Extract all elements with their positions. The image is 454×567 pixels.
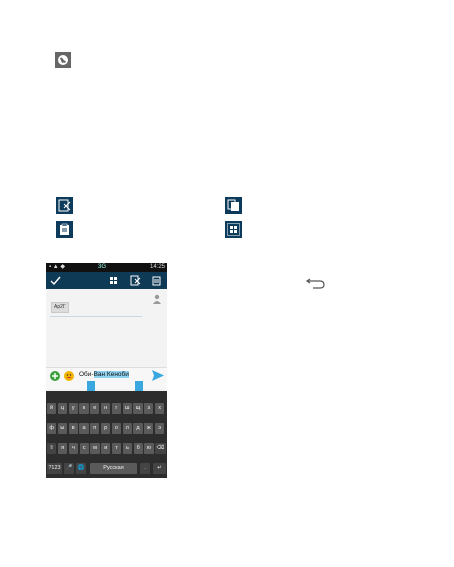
recipient-field-underline (50, 316, 142, 317)
message-text[interactable]: Оби-Ван Кеноби (79, 371, 129, 379)
select-all-icon (225, 221, 242, 238)
key-у[interactable]: у (68, 403, 78, 414)
key-в[interactable]: в (68, 423, 78, 434)
key-к[interactable]: к (79, 403, 89, 414)
status-bar: ▪ ▲ ◆ 3G 14:25 (46, 263, 167, 272)
copy-icon (225, 197, 242, 214)
emoji-icon[interactable] (64, 371, 74, 381)
globe-icon (55, 52, 71, 68)
notification-icons: ▪ ▲ ◆ (49, 264, 66, 270)
key-е[interactable]: е (90, 403, 100, 414)
message-text-plain: Оби- (79, 371, 94, 378)
keyboard: й ц у к е н г ш щ з х ф ы в а п р о л д ж э ⇧ я ч с м и т ь б ю ⌫ ?123 🎤 🌐 Р… (46, 391, 167, 478)
done-check-icon[interactable] (50, 275, 61, 286)
key-л[interactable]: л (122, 423, 132, 434)
recipient-chip[interactable]: Ар2Г (51, 302, 69, 313)
key-ю[interactable]: ю (144, 443, 154, 454)
status-time: 14:25 (149, 264, 165, 270)
cut-icon[interactable] (130, 275, 141, 286)
key-ш[interactable]: ш (122, 403, 132, 414)
message-text-selected: Ван Кеноби (93, 371, 129, 378)
key-щ[interactable]: щ (133, 403, 143, 414)
key-ч[interactable]: ч (68, 443, 78, 454)
phone-screenshot: ▪ ▲ ◆ 3G 14:25 Ар2Г Оби-Ван Кеноби йцуке… (46, 263, 167, 478)
paste-icon[interactable] (151, 275, 162, 286)
key-п[interactable]: п (90, 423, 100, 434)
paste-icon (56, 221, 73, 238)
shift-key[interactable]: ⇧ (47, 443, 56, 454)
key-т[interactable]: т (112, 443, 122, 454)
key-я[interactable]: я (58, 443, 68, 454)
key-х[interactable]: х (155, 403, 165, 414)
action-bar (46, 272, 167, 289)
key-ф[interactable]: ф (47, 423, 57, 434)
key-р[interactable]: р (101, 423, 111, 434)
network-indicator: 3G (98, 264, 107, 270)
key-з[interactable]: з (144, 403, 154, 414)
key-г[interactable]: г (111, 403, 121, 414)
key-а[interactable]: а (79, 423, 89, 434)
key-ь[interactable]: ь (122, 443, 132, 454)
add-icon[interactable] (50, 371, 60, 381)
key-ц[interactable]: ц (57, 403, 67, 414)
contact-icon[interactable] (152, 294, 162, 304)
key-с[interactable]: с (79, 443, 89, 454)
key-м[interactable]: м (90, 443, 100, 454)
cut-icon (56, 197, 73, 214)
space-key[interactable]: Русская (90, 463, 137, 474)
backspace-key[interactable]: ⌫ (155, 443, 166, 454)
back-arrow-icon (305, 278, 325, 290)
symbols-key[interactable]: ?123 (47, 463, 62, 474)
key-б[interactable]: б (133, 443, 143, 454)
select-all-icon[interactable] (108, 275, 119, 286)
key-н[interactable]: н (101, 403, 111, 414)
key-й[interactable]: й (47, 403, 57, 414)
enter-key[interactable]: ↵ (153, 463, 166, 474)
key-о[interactable]: о (111, 423, 121, 434)
language-key[interactable]: 🌐 (76, 463, 86, 474)
mic-key[interactable]: 🎤 (64, 463, 74, 474)
key-д[interactable]: д (133, 423, 143, 434)
key-э[interactable]: э (155, 423, 165, 434)
key-ы[interactable]: ы (57, 423, 67, 434)
key-и[interactable]: и (101, 443, 111, 454)
key-ж[interactable]: ж (144, 423, 154, 434)
send-icon[interactable] (152, 370, 164, 381)
period-key[interactable]: . (140, 463, 150, 474)
